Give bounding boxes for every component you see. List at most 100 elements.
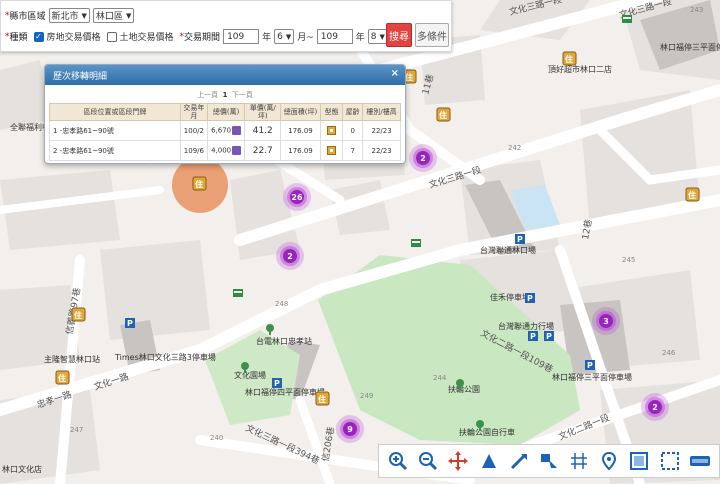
place-zhongxiao-station: 台電林口忠孝站 [256, 336, 312, 346]
house-number: 248 [275, 300, 288, 308]
cluster-9: 9 [336, 415, 364, 443]
grid-icon[interactable] [567, 449, 591, 473]
chevron-down-icon: ▼ [379, 32, 385, 41]
cell-area: 176.09 [280, 140, 321, 161]
cell-type [319, 120, 344, 141]
city-value: 新北市 [51, 12, 79, 22]
history-header: 歷次移轉明細 × [45, 65, 405, 85]
svg-text:P: P [530, 332, 536, 341]
place-linkou-culture: 林口文化店 [2, 464, 42, 474]
page-number: 1 [222, 91, 228, 99]
to-month-select[interactable]: 8 ▼ [367, 29, 388, 44]
layers-icon[interactable] [688, 449, 712, 473]
select-icon[interactable] [537, 449, 561, 473]
house-marker-icon: 住 [195, 179, 203, 189]
more-conditions-button[interactable]: 多條件 [415, 23, 449, 47]
from-month-select[interactable]: 6 ▼ [274, 29, 295, 44]
cell-address: 1 -忠孝路61~90號 [48, 120, 182, 141]
house-number: 246 [662, 349, 676, 357]
close-icon[interactable]: × [391, 68, 399, 79]
place-culture-park: 文化園場 [234, 370, 266, 380]
cell-age: 7 [342, 140, 364, 161]
col-header: 交易年月 [180, 103, 208, 121]
location-pin-icon[interactable] [597, 449, 621, 473]
house-marker-icon: 住 [688, 190, 696, 200]
cell-total: 6,670 [206, 120, 246, 141]
from-year-input[interactable]: 109 [223, 29, 260, 44]
cell-date: 100/2 [180, 120, 208, 141]
district-value: 林口區 [95, 12, 123, 22]
place-fuxing: 林口福停三平面停車場 [660, 42, 720, 52]
land-price-label: 土地交易價格 [119, 33, 174, 43]
extent-icon[interactable] [627, 449, 651, 473]
pan-icon[interactable] [446, 449, 470, 473]
zoom-out-icon[interactable] [416, 449, 440, 473]
from-month-value: 6 [277, 31, 283, 42]
cell-date: 109/6 [180, 140, 208, 161]
cell-type [319, 140, 344, 161]
house-number: 244 [433, 374, 447, 382]
col-header: 屋齡 [342, 103, 364, 121]
cell-address: 2 -忠孝路61~90號 [48, 140, 182, 161]
building-icon [327, 126, 337, 135]
place-taiwan-parking2: 台灣聯通力行場 [498, 321, 554, 331]
type-row: * 種類 ✓ 房地交易價格 土地交易價格 * 交易期間 109 年 6 ▼ 月~ … [5, 29, 403, 44]
to-year-input[interactable]: 109 [316, 29, 353, 44]
year-unit: 年 [262, 33, 272, 43]
cell-floor: 22/23 [362, 120, 401, 141]
svg-text:P: P [546, 332, 552, 341]
period-label: 交易期間 [184, 33, 221, 43]
table-row[interactable]: 1 -忠孝路61~90號 100/2 6,670 41.2 176.09 0 2… [48, 120, 401, 141]
photo-icon[interactable] [232, 146, 242, 155]
chevron-down-icon: ▼ [125, 11, 132, 20]
next-page-link[interactable]: 下一頁 [232, 91, 253, 99]
col-header: 型態 [319, 103, 344, 121]
svg-text:P: P [274, 379, 280, 388]
month-unit-to: 月~ [297, 33, 314, 43]
cluster-2c: 2 [641, 393, 669, 421]
house-number: 247 [70, 426, 83, 434]
table-row[interactable]: 2 -忠孝路61~90號 109/6 4,000 22.7 176.09 7 2… [48, 140, 401, 161]
cluster-3: 3 [592, 307, 620, 335]
measure-area-icon[interactable] [477, 449, 501, 473]
measure-line-icon[interactable] [507, 449, 531, 473]
history-popup: 歷次移轉明細 × 上一頁 1 下一頁 區段位置或區段門牌 交易年月 總價(萬) … [44, 64, 406, 164]
col-header: 總價(萬) [206, 103, 246, 121]
cell-age: 0 [342, 120, 364, 141]
place-fulun-bike: 扶輪公園自行車 [459, 427, 515, 437]
city-select[interactable]: 新北市 ▼ [48, 8, 90, 23]
col-header: 單價(萬/坪) [244, 103, 282, 121]
house-marker-icon: 住 [405, 72, 413, 82]
svg-text:2: 2 [420, 154, 426, 163]
col-header: 總面積(坪) [280, 103, 321, 121]
fullscreen-icon[interactable] [658, 449, 682, 473]
total-value: 4,000 [211, 146, 232, 155]
type-label: 種類 [9, 33, 28, 43]
search-button[interactable]: 搜尋 [386, 23, 412, 47]
house-price-checkbox[interactable]: ✓ [33, 31, 44, 42]
svg-text:9: 9 [347, 425, 353, 434]
svg-text:2: 2 [287, 252, 293, 261]
land-price-checkbox[interactable] [106, 31, 117, 42]
house-marker-icon: 住 [74, 310, 82, 320]
house-number: 243 [690, 6, 703, 14]
chevron-down-icon: ▼ [285, 32, 292, 41]
svg-text:3: 3 [603, 317, 609, 326]
house-marker-icon: 住 [318, 394, 326, 404]
place-fulun: 扶輪公園 [448, 384, 480, 394]
place-times: Times林口文化三路3停車場 [114, 352, 216, 362]
photo-icon[interactable] [232, 126, 242, 135]
zoom-in-icon[interactable] [386, 449, 410, 473]
pager: 上一頁 1 下一頁 [45, 90, 405, 100]
place-jiahe: 佳禾停車場 [490, 292, 530, 302]
prev-page-link[interactable]: 上一頁 [197, 91, 218, 99]
history-table: 區段位置或區段門牌 交易年月 總價(萬) 單價(萬/坪) 總面積(坪) 型態 屋… [48, 103, 401, 161]
chevron-down-icon: ▼ [81, 11, 87, 20]
place-fuxing3: 林口福停三平面停車場 [552, 372, 632, 382]
history-title: 歷次移轉明細 [53, 71, 108, 82]
col-header: 樓別/樓高 [362, 103, 401, 121]
district-select[interactable]: 林口區 ▼ [92, 8, 135, 23]
cluster-26: 26 [283, 183, 311, 211]
col-header: 區段位置或區段門牌 [48, 103, 182, 121]
cluster-2b: 2 [409, 144, 437, 172]
